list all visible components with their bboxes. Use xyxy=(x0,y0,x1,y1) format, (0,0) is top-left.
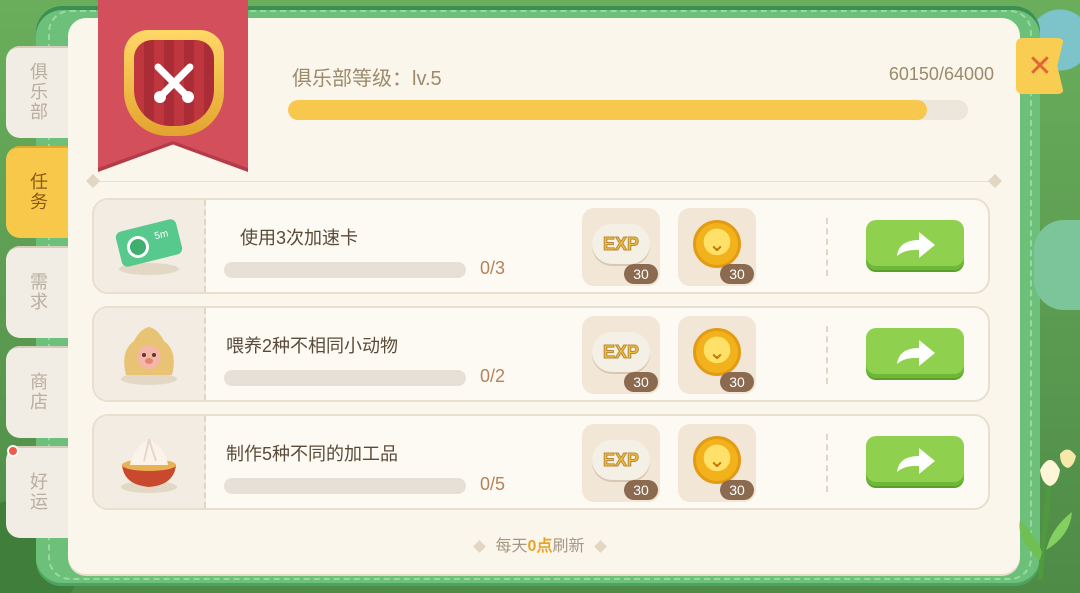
footer-ornament xyxy=(472,540,486,554)
row-separator xyxy=(826,218,828,276)
task-icon-slot: 5m xyxy=(94,200,206,292)
club-exp-value: 60150/64000 xyxy=(888,64,994,84)
gold-coin-icon: ⌄ xyxy=(693,436,741,484)
coin-reward-count: 30 xyxy=(720,372,754,392)
exp-reward-count: 30 xyxy=(624,480,658,500)
arrow-right-icon xyxy=(897,448,935,474)
task-progress-text: 0/5 xyxy=(480,474,506,494)
go-button[interactable] xyxy=(866,220,964,270)
footer-ornament xyxy=(594,540,608,554)
gold-coin-icon: ⌄ xyxy=(693,328,741,376)
tab-shop[interactable]: 商店 xyxy=(6,346,70,438)
exp-reward-count: 30 xyxy=(624,264,658,284)
refresh-prefix: 每天 xyxy=(495,538,528,555)
exp-reward: EXP 30 xyxy=(582,424,660,502)
processed-food-bowl-icon xyxy=(121,438,177,493)
exp-reward-count: 30 xyxy=(624,372,658,392)
task-progress-bar xyxy=(224,478,466,494)
task-title: 喂养2种不相同小动物 xyxy=(226,336,399,356)
speedup-card-icon: 5m xyxy=(115,219,183,275)
task-title: 制作5种不同的加工品 xyxy=(226,444,399,464)
go-button[interactable] xyxy=(866,328,964,378)
crossed-swords-icon xyxy=(154,63,194,103)
notification-dot xyxy=(7,445,19,457)
tab-club[interactable]: 俱乐部 xyxy=(6,46,70,138)
tab-luck[interactable]: 好运 xyxy=(6,446,70,538)
go-button[interactable] xyxy=(866,436,964,486)
coin-reward: ⌄ 30 xyxy=(678,208,756,286)
task-title: 使用3次加速卡 xyxy=(240,228,359,248)
task-progress-bar xyxy=(224,262,466,278)
exp-cloud-icon: EXP xyxy=(592,224,650,264)
refresh-time: 0点 xyxy=(527,538,553,555)
task-progress-bar xyxy=(224,370,466,386)
club-level-label: 俱乐部等级：lv.5 xyxy=(292,68,442,90)
arrow-right-icon xyxy=(897,232,935,258)
refresh-note: 每天0点刷新 xyxy=(0,532,1080,556)
coin-reward-count: 30 xyxy=(720,480,754,500)
row-separator xyxy=(826,326,828,384)
exp-cloud-icon: EXP xyxy=(592,440,650,480)
exp-reward: EXP 30 xyxy=(582,208,660,286)
task-icon-slot xyxy=(94,416,206,508)
task-row: 喂养2种不相同小动物 0/2 EXP 30 ⌄ 30 xyxy=(92,306,990,402)
animal-feed-sack-icon xyxy=(121,327,177,385)
row-separator xyxy=(826,434,828,492)
exp-reward: EXP 30 xyxy=(582,316,660,394)
exp-cloud-icon: EXP xyxy=(592,332,650,372)
task-row: 5m 使用3次加速卡 0/3 EXP 30 ⌄ 30 xyxy=(92,198,990,294)
gold-coin-icon: ⌄ xyxy=(693,220,741,268)
header-divider xyxy=(90,181,994,182)
coin-reward-count: 30 xyxy=(720,264,754,284)
refresh-suffix: 刷新 xyxy=(552,538,585,555)
club-level-progress-fill xyxy=(288,100,928,120)
task-icon-slot xyxy=(94,308,206,400)
tab-tasks[interactable]: 任务 xyxy=(6,146,70,238)
close-icon: ✕ xyxy=(1027,49,1053,83)
task-progress-text: 0/2 xyxy=(480,366,506,386)
club-level-progress-bar xyxy=(288,100,968,120)
club-emblem xyxy=(124,30,224,136)
coin-reward: ⌄ 30 xyxy=(678,424,756,502)
tab-demand[interactable]: 需求 xyxy=(6,246,70,338)
close-button[interactable]: ✕ xyxy=(1016,38,1064,94)
arrow-right-icon xyxy=(897,340,935,366)
side-decoration xyxy=(1034,220,1080,310)
task-progress-text: 0/3 xyxy=(480,258,506,278)
tulip-decoration-icon xyxy=(1019,449,1076,580)
coin-reward: ⌄ 30 xyxy=(678,316,756,394)
task-row: 制作5种不同的加工品 0/5 EXP 30 ⌄ 30 xyxy=(92,414,990,510)
